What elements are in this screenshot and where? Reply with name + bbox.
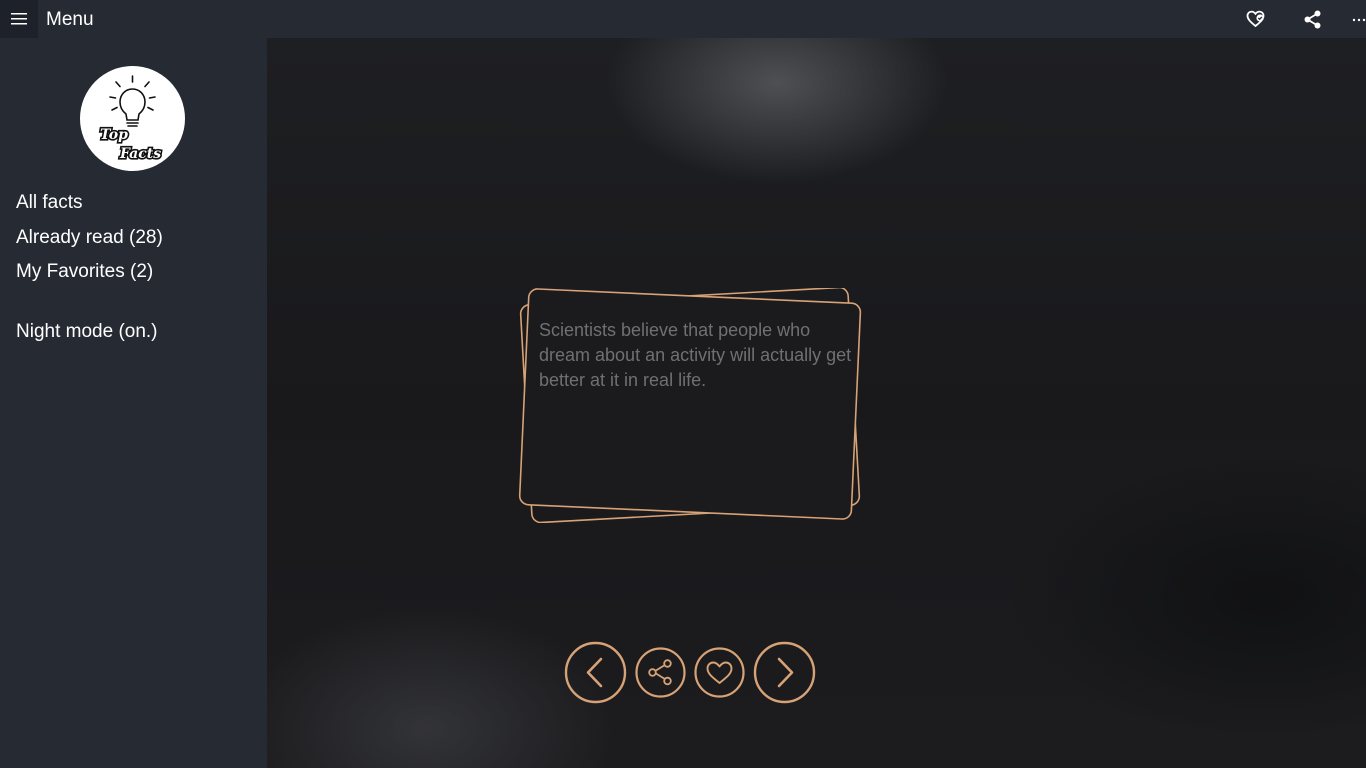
more-icon (1352, 18, 1366, 22)
share-button[interactable] (1292, 0, 1332, 38)
logo-line-2: Facts (119, 146, 161, 162)
favorites-button[interactable] (1235, 0, 1275, 38)
sidebar-item-all-facts[interactable]: All facts (16, 192, 83, 214)
share-icon (635, 647, 686, 698)
fact-text: Scientists believe that people who dream… (539, 320, 852, 390)
sidebar: Top Facts All facts Already read (28) My… (0, 38, 267, 768)
next-button[interactable] (753, 641, 816, 704)
favorite-button[interactable] (694, 647, 745, 698)
sidebar-item-my-favorites[interactable]: My Favorites (2) (16, 261, 153, 283)
previous-button[interactable] (564, 641, 627, 704)
logo-line-1: Top (100, 127, 128, 143)
favorites-heart-icon (1246, 10, 1265, 28)
top-bar: Menu (0, 0, 1366, 38)
share-icon (1304, 10, 1321, 29)
lightbulb-icon: Top Facts (98, 75, 163, 164)
hamburger-button[interactable] (0, 0, 38, 38)
more-button[interactable] (1342, 0, 1366, 38)
menu-title: Menu (46, 9, 94, 30)
share-fact-button[interactable] (635, 647, 686, 698)
sidebar-item-night-mode[interactable]: Night mode (on.) (16, 321, 158, 343)
heart-icon (694, 647, 745, 698)
app-logo: Top Facts (80, 66, 185, 171)
next-icon (753, 641, 816, 704)
hamburger-icon (11, 13, 27, 25)
sidebar-item-already-read[interactable]: Already read (28) (16, 227, 163, 249)
previous-icon (564, 641, 627, 704)
